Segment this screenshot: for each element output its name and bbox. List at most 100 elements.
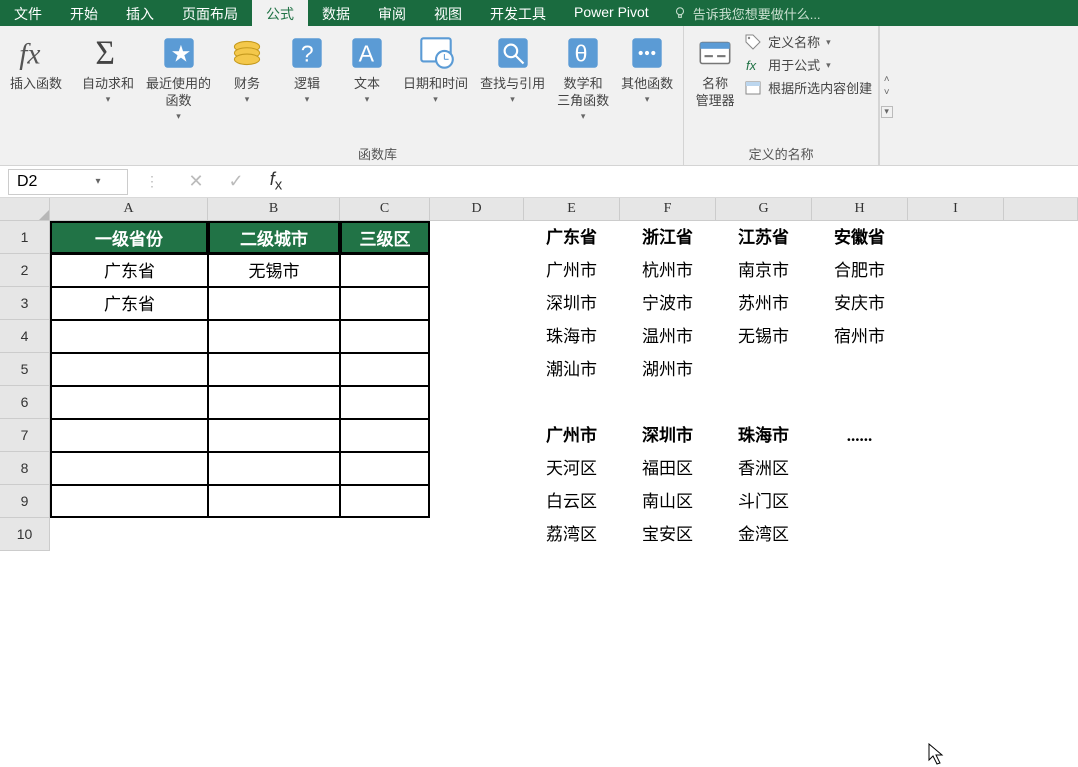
tell-me-search[interactable]: 告诉我您想要做什么...: [663, 0, 831, 26]
cell-b10[interactable]: [208, 518, 340, 551]
autosum-button[interactable]: Σ 自动求和 ▾: [78, 30, 138, 107]
cell-g8[interactable]: 香洲区: [716, 452, 812, 485]
cell-h10[interactable]: [812, 518, 908, 551]
cell-b6[interactable]: [208, 386, 340, 419]
cell-c1[interactable]: 三级区: [340, 221, 430, 254]
cell-h1[interactable]: 安徽省: [812, 221, 908, 254]
tab-file[interactable]: 文件: [0, 0, 56, 26]
math-button[interactable]: θ 数学和 三角函数 ▾: [553, 30, 613, 124]
cell-h7[interactable]: ......: [812, 419, 908, 452]
cell-i8[interactable]: [908, 452, 1004, 485]
cell-a9[interactable]: [50, 485, 208, 518]
cell-i10[interactable]: [908, 518, 1004, 551]
cell-g9[interactable]: 斗门区: [716, 485, 812, 518]
datetime-button[interactable]: 日期和时间 ▾: [399, 30, 472, 107]
financial-button[interactable]: 财务 ▾: [219, 30, 275, 107]
cell-a10[interactable]: [50, 518, 208, 551]
row-header-7[interactable]: 7: [0, 419, 50, 452]
cell-a6[interactable]: [50, 386, 208, 419]
cell-d2[interactable]: [430, 254, 524, 287]
cell-g5[interactable]: [716, 353, 812, 386]
row-header-3[interactable]: 3: [0, 287, 50, 320]
cell-f5[interactable]: 湖州市: [620, 353, 716, 386]
tab-insert[interactable]: 插入: [112, 0, 168, 26]
col-header-f[interactable]: F: [620, 198, 716, 220]
cell-g1[interactable]: 江苏省: [716, 221, 812, 254]
tab-review[interactable]: 审阅: [364, 0, 420, 26]
tab-view[interactable]: 视图: [420, 0, 476, 26]
fx-button[interactable]: fx: [256, 169, 296, 194]
cell-j4[interactable]: [1004, 320, 1078, 353]
name-box[interactable]: ▾: [8, 169, 128, 195]
cell-c6[interactable]: [340, 386, 430, 419]
use-in-formula-button[interactable]: fx 用于公式 ▾: [744, 55, 872, 74]
cell-j5[interactable]: [1004, 353, 1078, 386]
cell-c9[interactable]: [340, 485, 430, 518]
tab-data[interactable]: 数据: [308, 0, 364, 26]
cell-f1[interactable]: 浙江省: [620, 221, 716, 254]
recent-functions-button[interactable]: ★ 最近使用的 函数 ▾: [142, 30, 215, 124]
row-header-10[interactable]: 10: [0, 518, 50, 551]
cell-a8[interactable]: [50, 452, 208, 485]
cell-f4[interactable]: 温州市: [620, 320, 716, 353]
cell-d5[interactable]: [430, 353, 524, 386]
cell-f10[interactable]: 宝安区: [620, 518, 716, 551]
cell-b9[interactable]: [208, 485, 340, 518]
cell-a2[interactable]: 广东省: [50, 254, 208, 287]
tab-developer[interactable]: 开发工具: [476, 0, 560, 26]
col-header-e[interactable]: E: [524, 198, 620, 220]
cell-d1[interactable]: [430, 221, 524, 254]
col-header-d[interactable]: D: [430, 198, 524, 220]
cell-a7[interactable]: [50, 419, 208, 452]
cell-e5[interactable]: 潮汕市: [524, 353, 620, 386]
col-header-i[interactable]: I: [908, 198, 1004, 220]
cell-h8[interactable]: [812, 452, 908, 485]
chevron-down-icon[interactable]: ▾: [89, 176, 107, 187]
insert-function-button[interactable]: fx 插入函数: [6, 30, 66, 95]
logical-button[interactable]: ? 逻辑 ▾: [279, 30, 335, 107]
cell-c10[interactable]: [340, 518, 430, 551]
cell-a5[interactable]: [50, 353, 208, 386]
cell-i1[interactable]: [908, 221, 1004, 254]
lookup-button[interactable]: 查找与引用 ▾: [476, 30, 549, 107]
cell-j9[interactable]: [1004, 485, 1078, 518]
formula-input[interactable]: [296, 169, 1078, 195]
cell-h3[interactable]: 安庆市: [812, 287, 908, 320]
cell-e4[interactable]: 珠海市: [524, 320, 620, 353]
row-header-5[interactable]: 5: [0, 353, 50, 386]
cell-e8[interactable]: 天河区: [524, 452, 620, 485]
cell-f2[interactable]: 杭州市: [620, 254, 716, 287]
cell-h6[interactable]: [812, 386, 908, 419]
cell-e6[interactable]: [524, 386, 620, 419]
cell-d8[interactable]: [430, 452, 524, 485]
cell-e2[interactable]: 广州市: [524, 254, 620, 287]
cell-a1[interactable]: 一级省份: [50, 221, 208, 254]
cell-j10[interactable]: [1004, 518, 1078, 551]
cell-c4[interactable]: [340, 320, 430, 353]
cell-e10[interactable]: 荔湾区: [524, 518, 620, 551]
cell-b2[interactable]: 无锡市: [208, 254, 340, 287]
cell-i7[interactable]: [908, 419, 1004, 452]
cell-c5[interactable]: [340, 353, 430, 386]
text-button[interactable]: A 文本 ▾: [339, 30, 395, 107]
name-manager-button[interactable]: 名称 管理器: [690, 30, 740, 112]
cell-c7[interactable]: [340, 419, 430, 452]
cell-f7[interactable]: 深圳市: [620, 419, 716, 452]
cell-g10[interactable]: 金湾区: [716, 518, 812, 551]
cell-i5[interactable]: [908, 353, 1004, 386]
tab-powerpivot[interactable]: Power Pivot: [560, 0, 663, 26]
cell-b1[interactable]: 二级城市: [208, 221, 340, 254]
cell-j8[interactable]: [1004, 452, 1078, 485]
cell-j2[interactable]: [1004, 254, 1078, 287]
select-all-corner[interactable]: [0, 198, 50, 220]
cell-i4[interactable]: [908, 320, 1004, 353]
define-name-button[interactable]: 定义名称 ▾: [744, 32, 872, 51]
cell-f8[interactable]: 福田区: [620, 452, 716, 485]
row-header-8[interactable]: 8: [0, 452, 50, 485]
cell-a4[interactable]: [50, 320, 208, 353]
tab-home[interactable]: 开始: [56, 0, 112, 26]
cell-c3[interactable]: [340, 287, 430, 320]
cell-i6[interactable]: [908, 386, 1004, 419]
cell-j3[interactable]: [1004, 287, 1078, 320]
cell-d10[interactable]: [430, 518, 524, 551]
